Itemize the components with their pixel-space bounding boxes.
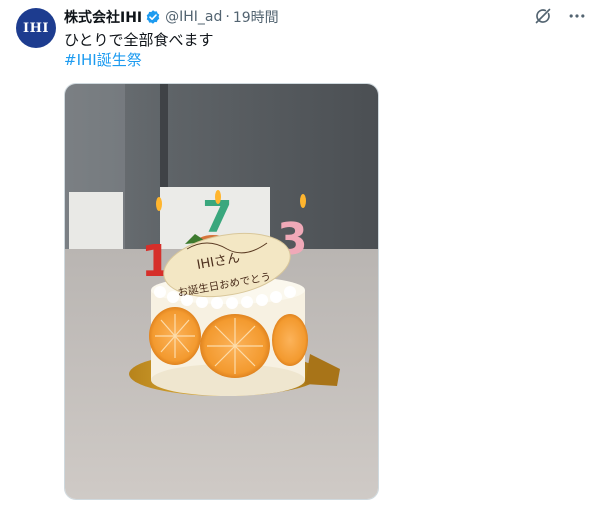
- meta-separator: ·: [225, 9, 230, 25]
- more-icon[interactable]: [567, 6, 587, 26]
- tweet-photo[interactable]: 1 7 3 IHIさん お誕生日おめでとう: [64, 83, 379, 500]
- verified-badge-icon[interactable]: [145, 9, 161, 25]
- hashtag-link[interactable]: #IHI誕生祭: [64, 50, 142, 70]
- avatar-logo-text: IHI: [23, 20, 49, 36]
- account-handle[interactable]: @IHI_ad: [165, 9, 222, 25]
- display-name[interactable]: 株式会社IHI: [64, 7, 142, 27]
- tweet-header: 株式会社IHI @IHI_ad · 19時間: [64, 7, 279, 27]
- tweet-actions: [533, 6, 587, 26]
- cake-photo-image: 1 7 3 IHIさん お誕生日おめでとう: [65, 84, 378, 499]
- tweet-text: ひとりで全部食べます: [64, 31, 214, 49]
- account-avatar[interactable]: IHI: [16, 8, 56, 48]
- grok-icon[interactable]: [533, 6, 553, 26]
- tweet-timestamp[interactable]: 19時間: [233, 7, 279, 27]
